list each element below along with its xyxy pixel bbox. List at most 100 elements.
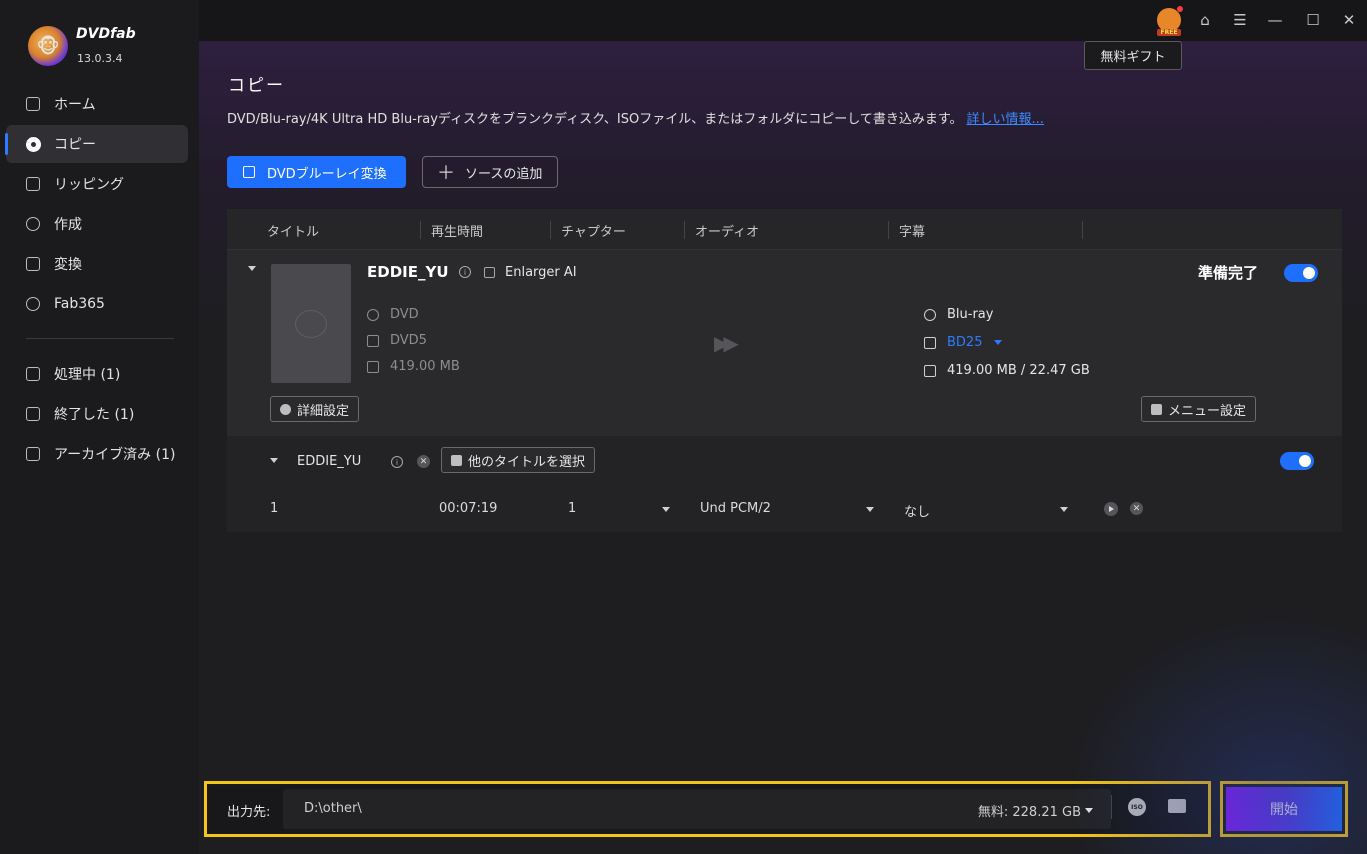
title-bar: ⌂ ☰ — ☐ ✕	[199, 0, 1367, 41]
more-info-link[interactable]: 詳しい情報...	[967, 112, 1044, 127]
format-icon	[367, 334, 379, 347]
sidebar-item-label: アーカイブ済み (1)	[54, 447, 176, 463]
sidebar-item-label: 変換	[54, 257, 82, 273]
target-type: Blu-ray	[924, 307, 993, 322]
source-format: DVD5	[367, 333, 427, 348]
sidebar-item-converter[interactable]: 変換	[6, 245, 188, 283]
dvd-to-bluray-label: DVDブルーレイ変換	[267, 166, 387, 182]
header-chapter: チャプター	[561, 225, 626, 240]
disc-thumbnail	[271, 264, 351, 383]
add-source-button[interactable]: ＋ ソースの追加	[422, 156, 558, 188]
size-icon	[367, 360, 379, 373]
home-icon	[24, 95, 42, 113]
maximize-icon[interactable]: ☐	[1303, 10, 1323, 30]
menu-icon[interactable]: ☰	[1230, 10, 1250, 30]
source-size-text: 419.00 MB	[390, 359, 460, 374]
output-bar: 出力先: D:\other\ 無料: 228.21 GB ISO	[204, 781, 1211, 837]
free-space[interactable]: 無料: 228.21 GB	[978, 801, 1093, 820]
finished-icon	[24, 405, 42, 423]
gift-icon[interactable]	[1156, 6, 1183, 36]
start-button[interactable]: 開始	[1226, 787, 1342, 831]
folder-icon[interactable]	[1168, 799, 1186, 813]
iso-icon	[367, 308, 379, 321]
advanced-settings-button[interactable]: 詳細設定	[270, 396, 360, 422]
status-ready: 準備完了	[1198, 264, 1259, 282]
output-path-field[interactable]: D:\other\ 無料: 228.21 GB	[283, 789, 1111, 829]
target-format-text: BD25	[947, 335, 983, 350]
convert-icon	[243, 166, 255, 178]
collapse-caret-icon[interactable]	[248, 266, 256, 271]
menu-settings-button[interactable]: メニュー設定	[1141, 396, 1257, 422]
disc-icon	[24, 135, 42, 153]
output-path: D:\other\	[304, 801, 362, 816]
shirt-icon[interactable]: ⌂	[1195, 10, 1215, 30]
close-icon[interactable]: ✕	[1339, 10, 1359, 30]
header-separator	[684, 221, 685, 239]
header-subtitle: 字幕	[899, 225, 926, 240]
subtitle-select[interactable]: なし	[904, 501, 930, 520]
info-icon[interactable]: i	[459, 266, 471, 278]
sidebar-item-home[interactable]: ホーム	[6, 85, 188, 123]
page-description: DVD/Blu-ray/4K Ultra HD Blu-rayディスクをブランク…	[227, 108, 1044, 127]
main-panel: コピー DVD/Blu-ray/4K Ultra HD Blu-rayディスクを…	[199, 41, 1367, 854]
source-type-text: DVD	[390, 307, 419, 322]
dvd-to-bluray-button[interactable]: DVDブルーレイ変換	[227, 156, 406, 188]
audio-select[interactable]: Und PCM/2	[700, 501, 771, 516]
plus-icon: ＋	[437, 163, 455, 184]
creator-icon	[24, 215, 42, 233]
remove-row-icon[interactable]: ✕	[1130, 502, 1143, 515]
target-size: 419.00 MB / 22.47 GB	[924, 363, 1090, 378]
menu-icon	[1151, 403, 1162, 415]
title-detail-section: EDDIE_YU i ✕ 他のタイトルを選択 1 00:07:19 1 Und …	[227, 436, 1342, 532]
sidebar-item-processing[interactable]: 処理中 (1)	[6, 355, 188, 393]
header-audio: オーディオ	[695, 225, 760, 240]
sidebar-divider	[26, 338, 174, 339]
target-type-text: Blu-ray	[947, 307, 994, 322]
ripping-icon	[24, 175, 42, 193]
title-table: タイトル 再生時間 チャプター オーディオ 字幕 EDDIE_YU i Enla…	[227, 209, 1342, 532]
target-size-text: 419.00 MB / 22.47 GB	[947, 363, 1090, 378]
source-size: 419.00 MB	[367, 359, 460, 374]
detail-enable-toggle[interactable]	[1280, 452, 1314, 470]
chevron-down-icon[interactable]	[866, 507, 874, 512]
sidebar-item-ripping[interactable]: リッピング	[6, 165, 188, 203]
sidebar-item-label: ホーム	[54, 97, 96, 113]
placeholder-icon	[295, 309, 327, 338]
chevron-down-icon[interactable]	[1060, 507, 1068, 512]
brand-name: DVDfab	[76, 26, 136, 42]
sidebar-item-fab365[interactable]: Fab365	[6, 285, 188, 323]
header-separator	[550, 221, 551, 239]
info-icon[interactable]: i	[391, 456, 403, 468]
collapse-caret-icon[interactable]	[270, 458, 278, 463]
sidebar-item-archive[interactable]: アーカイブ済み (1)	[6, 435, 188, 473]
minimize-icon[interactable]: —	[1265, 10, 1285, 30]
chevron-down-icon[interactable]	[662, 507, 670, 512]
add-source-label: ソースの追加	[465, 166, 543, 182]
settings-icon	[280, 403, 291, 415]
page-title: コピー	[228, 76, 285, 96]
chevron-down-icon	[994, 340, 1003, 345]
output-label: 出力先:	[227, 805, 271, 820]
sidebar-item-creator[interactable]: 作成	[6, 205, 188, 243]
sidebar-item-finished[interactable]: 終了した (1)	[6, 395, 188, 433]
chevron-down-icon	[1085, 808, 1093, 813]
chapter-select[interactable]: 1	[568, 501, 576, 516]
app-logo-icon: 🐵	[28, 26, 68, 66]
free-space-text: 無料: 228.21 GB	[977, 805, 1081, 820]
header-duration: 再生時間	[431, 225, 484, 240]
title-enable-toggle[interactable]	[1284, 264, 1318, 282]
archive-icon	[24, 445, 42, 463]
sidebar-item-label: 処理中 (1)	[54, 367, 121, 383]
fab365-icon	[24, 295, 42, 313]
enlarger-checkbox[interactable]	[484, 267, 495, 278]
iso-icon[interactable]: ISO	[1128, 798, 1146, 816]
app-window: 🐵 DVDfab 13.0.3.4 ホーム コピー リッピング 作成 変換 Fa…	[0, 0, 1367, 854]
remove-title-icon[interactable]: ✕	[417, 455, 430, 468]
play-icon[interactable]	[1104, 502, 1118, 516]
select-other-title-button[interactable]: 他のタイトルを選択	[441, 447, 596, 473]
sidebar-item-copy[interactable]: コピー	[5, 125, 188, 163]
source-title: EDDIE_YU	[367, 263, 449, 281]
header-title: タイトル	[267, 225, 320, 240]
select-other-title-label: 他のタイトルを選択	[468, 454, 586, 470]
target-format-dropdown[interactable]: BD25	[924, 335, 1003, 350]
